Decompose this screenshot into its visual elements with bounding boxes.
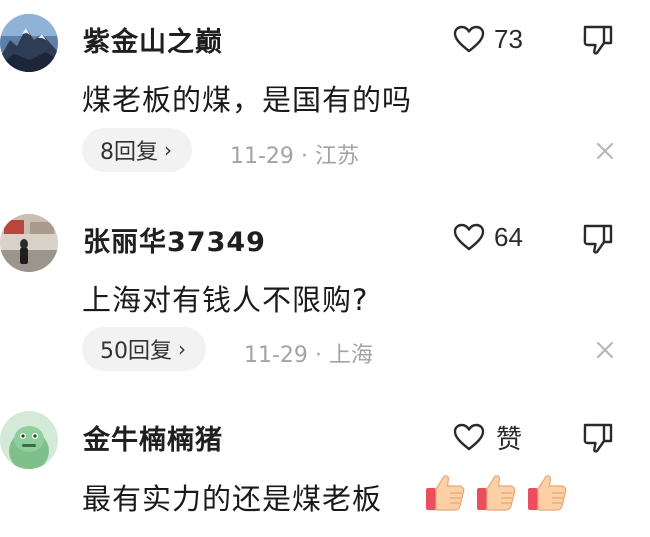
like-button[interactable]: 64 (452, 220, 523, 254)
close-button[interactable] (594, 140, 616, 162)
like-label: 赞 (496, 424, 523, 455)
thumbs-up-emoji-icon (526, 472, 568, 512)
replies-button[interactable]: 8回复 › (82, 128, 192, 172)
comment-text: 最有实力的还是煤老板 (82, 482, 383, 516)
comment-meta: 11-29 · 江苏 (230, 138, 359, 170)
heart-outline-icon (452, 24, 486, 54)
like-button[interactable]: 赞 (452, 420, 523, 455)
avatar[interactable] (0, 411, 58, 469)
dislike-button[interactable] (582, 421, 614, 455)
comment-text: 煤老板的煤，是国有的吗 (82, 83, 413, 117)
comment-date: 11-29 (230, 144, 294, 169)
dislike-button[interactable] (582, 23, 614, 57)
comment-text: 上海对有钱人不限购? (82, 283, 369, 317)
comment-location: 江苏 (314, 144, 359, 169)
avatar[interactable] (0, 14, 58, 72)
close-button[interactable] (594, 339, 616, 361)
meta-separator: · (300, 144, 308, 169)
like-count: 73 (494, 23, 523, 54)
thumbs-up-emoji-icon (475, 472, 517, 512)
thumbs-down-icon (582, 23, 614, 57)
close-icon (594, 339, 616, 361)
chevron-right-icon: › (164, 138, 172, 162)
heart-outline-icon (452, 222, 486, 252)
avatar[interactable] (0, 214, 58, 272)
username[interactable]: 张丽华37349 (83, 220, 266, 259)
comment-date: 11-29 (244, 343, 308, 368)
heart-outline-icon (452, 422, 486, 452)
comment-location: 上海 (328, 343, 373, 368)
dislike-button[interactable] (582, 222, 614, 256)
comment-meta: 11-29 · 上海 (244, 337, 373, 369)
thumbs-down-icon (582, 421, 614, 455)
reply-count: 8回复 (100, 140, 158, 165)
close-icon (594, 140, 616, 162)
meta-separator: · (314, 343, 322, 368)
username[interactable]: 紫金山之巅 (83, 20, 223, 59)
emoji-group (424, 472, 577, 512)
thumbs-up-emoji-icon (424, 472, 466, 512)
thumbs-down-icon (582, 222, 614, 256)
replies-button[interactable]: 50回复 › (82, 327, 206, 371)
like-button[interactable]: 73 (452, 22, 523, 56)
like-count: 64 (494, 221, 523, 252)
chevron-right-icon: › (178, 337, 186, 361)
username[interactable]: 金牛楠楠猪 (83, 418, 223, 457)
reply-count: 50回复 (100, 339, 172, 364)
